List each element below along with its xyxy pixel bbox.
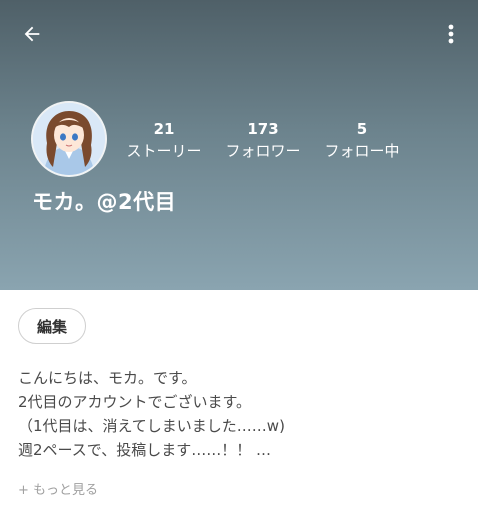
profile-header: 21 ストーリー 173 フォロワー 5 フォロー中 モカ。@2代目 (0, 0, 478, 290)
stories-count: 21 (153, 120, 175, 138)
arrow-left-icon (24, 26, 40, 42)
more-options-button[interactable] (436, 16, 466, 52)
bio-text: こんにちは、モカ。です。 2代目のアカウントでございます。 （1代目は、消えてし… (18, 366, 458, 462)
bio-line: 週2ペースで、投稿します……！！ … (18, 441, 271, 459)
username: モカ。@2代目 (32, 190, 177, 214)
bio-line: こんにちは、モカ。です。 (18, 369, 197, 387)
see-more-link[interactable]: + もっと見る (18, 479, 98, 498)
followers-count: 173 (247, 120, 279, 138)
stat-following[interactable]: 5 フォロー中 (307, 120, 417, 162)
bio-line: （1代目は、消えてしまいました……w) (18, 417, 285, 435)
followers-label: フォロワー (225, 142, 301, 160)
more-vertical-icon (448, 24, 454, 44)
back-button[interactable] (14, 16, 50, 52)
avatar[interactable] (33, 103, 105, 175)
following-count: 5 (356, 120, 368, 138)
stories-label: ストーリー (126, 142, 202, 160)
following-label: フォロー中 (324, 142, 400, 160)
bio-line: 2代目のアカウントでございます。 (18, 393, 252, 411)
stat-followers[interactable]: 173 フォロワー (208, 120, 318, 162)
anime-girl-avatar-icon (33, 103, 105, 175)
stat-stories[interactable]: 21 ストーリー (109, 120, 219, 162)
edit-profile-button[interactable]: 編集 (18, 308, 86, 344)
